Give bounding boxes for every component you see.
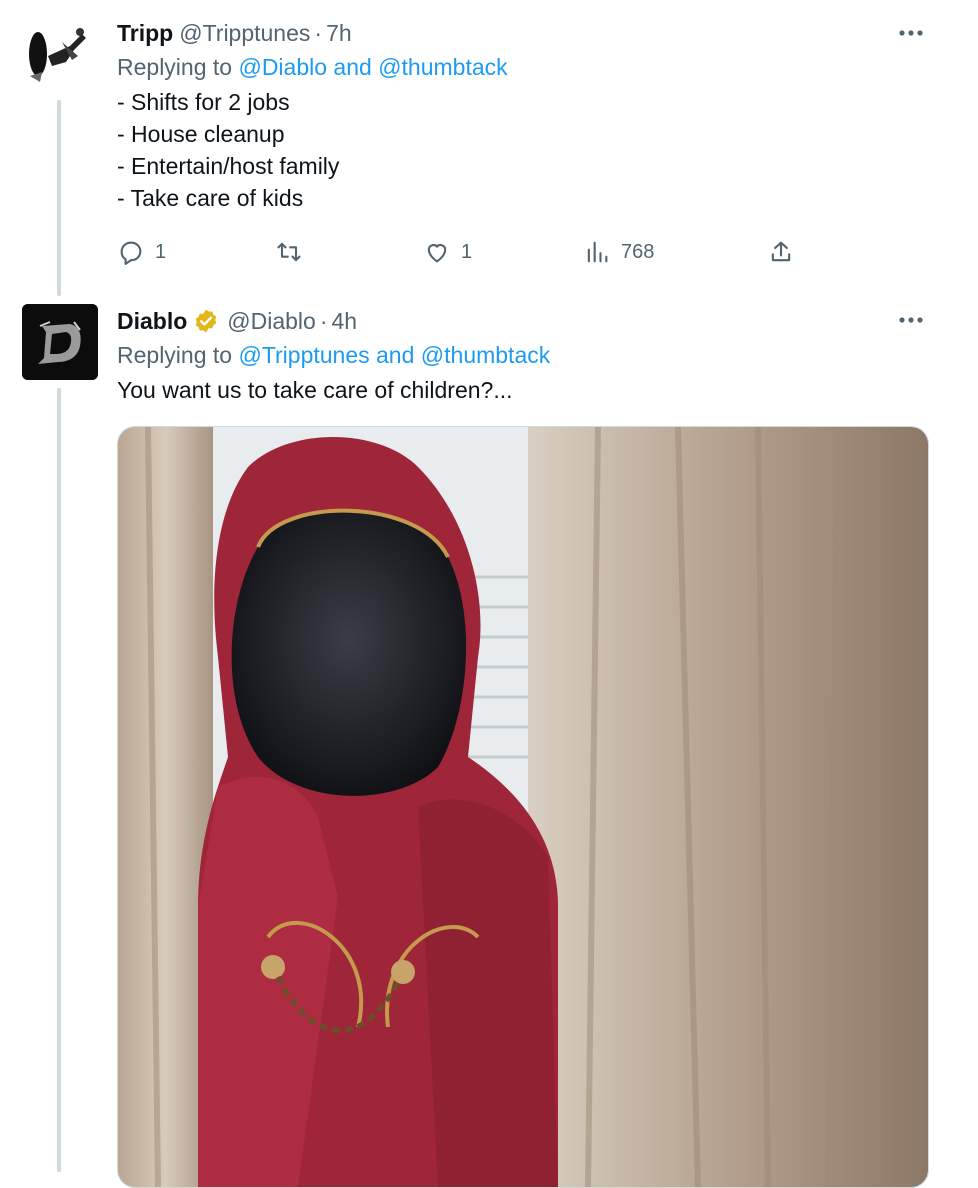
retweet-icon — [277, 242, 301, 262]
replying-prefix: Replying to — [117, 342, 233, 368]
tweet-media-image[interactable] — [117, 426, 929, 1188]
author-name[interactable]: Diablo — [117, 308, 187, 335]
more-icon — [899, 30, 923, 36]
tweet-header: Diablo @Diablo · 4h — [117, 306, 357, 336]
replying-prefix: Replying to — [117, 54, 233, 80]
timestamp[interactable]: 4h — [332, 308, 358, 335]
replying-to: Replying to @Tripptunes and @thumbtack — [117, 342, 550, 369]
avatar-art — [29, 28, 86, 82]
separator-dot: · — [314, 19, 323, 46]
like-button[interactable]: 1 — [423, 234, 472, 270]
share-button[interactable] — [767, 234, 795, 270]
timestamp[interactable]: 7h — [326, 20, 352, 47]
like-count: 1 — [461, 240, 473, 263]
avatar-tripp[interactable] — [22, 16, 98, 92]
more-button[interactable] — [896, 18, 926, 48]
views-button[interactable]: 768 — [583, 234, 654, 270]
author-handle[interactable]: @Diablo — [227, 308, 316, 335]
replying-to: Replying to @Diablo and @thumbtack — [117, 54, 508, 81]
tweet-line: You want us to take care of children?... — [117, 377, 513, 403]
replying-to-link[interactable]: @Tripptunes and @thumbtack — [238, 342, 550, 368]
reply-count: 1 — [155, 240, 167, 263]
reply-button[interactable]: 1 — [117, 234, 166, 270]
tweet-line: - Take care of kids — [117, 185, 304, 211]
tweet-header: Tripp @Tripptunes · 7h — [117, 18, 352, 48]
tweet-line: - Shifts for 2 jobs — [117, 89, 290, 115]
tweet-body: You want us to take care of children?... — [117, 374, 513, 406]
author-name[interactable]: Tripp — [117, 20, 173, 47]
avatar-diablo[interactable] — [22, 304, 98, 380]
more-button[interactable] — [896, 305, 926, 335]
separator-dot: · — [319, 307, 328, 334]
views-count: 768 — [621, 240, 655, 263]
more-icon — [899, 317, 923, 323]
tweet-tripp[interactable]: Tripp @Tripptunes · 7h Replying to @Diab… — [0, 0, 978, 296]
diablo-logo-icon — [22, 304, 98, 380]
retweet-button[interactable] — [275, 234, 313, 270]
like-icon — [427, 244, 447, 263]
reply-icon — [120, 241, 142, 265]
replying-to-link[interactable]: @Diablo and @thumbtack — [238, 54, 507, 80]
share-icon — [771, 241, 791, 262]
tweet-line: - House cleanup — [117, 121, 285, 147]
media-illustration — [118, 427, 928, 1187]
author-handle[interactable]: @Tripptunes — [179, 20, 310, 47]
tweet-line: - Entertain/host family — [117, 153, 340, 179]
action-bar: 1 1 768 — [117, 234, 817, 270]
views-icon — [587, 241, 608, 263]
tweet-body: - Shifts for 2 jobs - House cleanup - En… — [117, 86, 339, 214]
verified-badge-icon[interactable] — [193, 308, 219, 334]
